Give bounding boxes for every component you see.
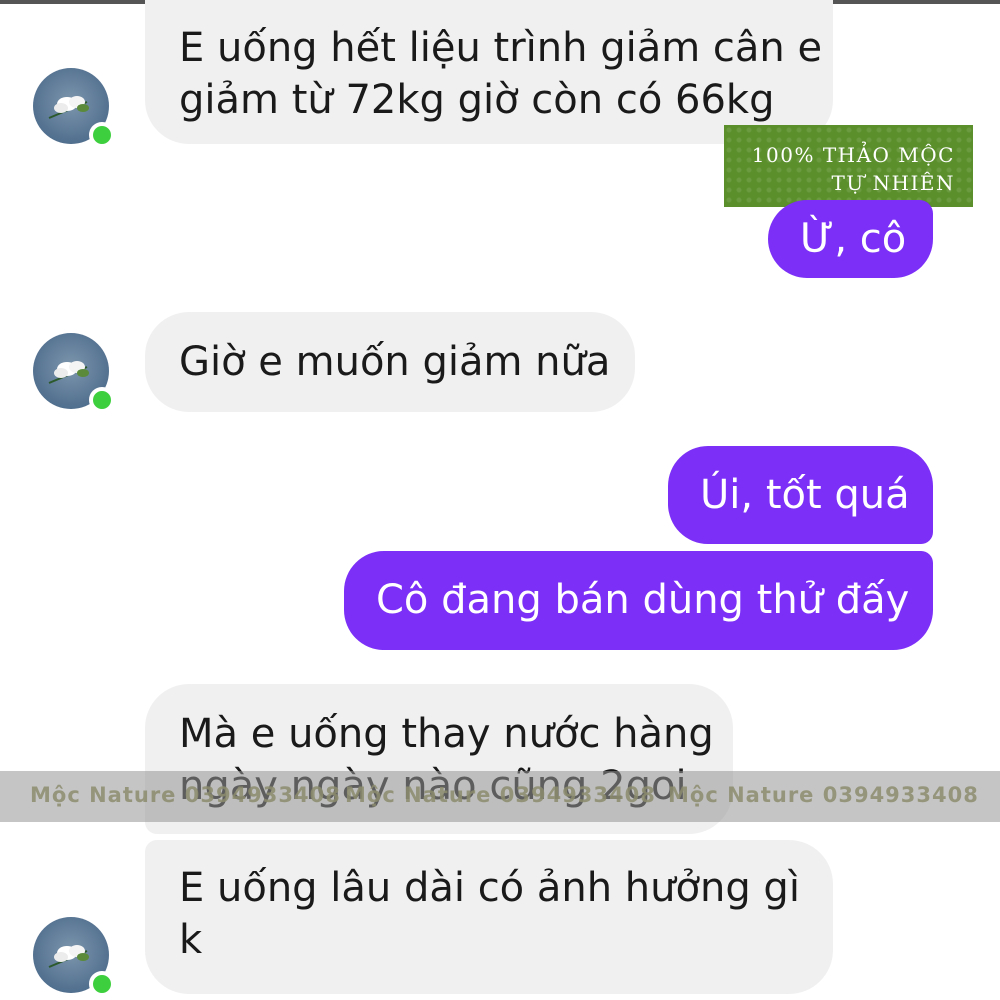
message-text-line: E uống lâu dài có ảnh hưởng gì [179, 865, 800, 911]
message-text-line: Mà e uống thay nước hàng [179, 711, 714, 757]
message-text-line: Ừ, cô [800, 216, 907, 262]
online-status-dot [89, 387, 115, 413]
watermark-text: Mộc Nature 0394933408 [668, 783, 979, 807]
contact-avatar[interactable] [33, 917, 115, 997]
message-text-line: k [179, 917, 203, 963]
message-text-line: E uống hết liệu trình giảm cân e [179, 25, 823, 71]
flower-avatar-icon [48, 96, 89, 119]
message-text-line: Úi, tốt quá [700, 472, 910, 518]
flower-avatar-icon [48, 361, 89, 384]
watermark-text: Mộc Nature 0394933408 [30, 783, 341, 807]
outgoing-message-bubble[interactable]: Ừ, cô [768, 200, 933, 278]
online-status-dot [89, 122, 115, 148]
outgoing-message-bubble[interactable]: Úi, tốt quá [668, 446, 933, 544]
flower-avatar-icon [48, 945, 89, 968]
online-status-dot [89, 971, 115, 997]
contact-avatar[interactable] [33, 333, 115, 413]
badge-line-1: 100% THẢO MỘC [751, 143, 955, 167]
contact-avatar[interactable] [33, 68, 115, 148]
brand-badge: 100% THẢO MỘC TỰ NHIÊN [724, 125, 973, 207]
incoming-message-bubble[interactable]: Giờ e muốn giảm nữa [145, 312, 635, 412]
outgoing-message-bubble[interactable]: Cô đang bán dùng thử đấy [344, 551, 933, 650]
watermark-text: Mộc Nature 0394933408 [345, 783, 656, 807]
badge-line-2: TỰ NHIÊN [831, 171, 955, 195]
message-text-line: Cô đang bán dùng thử đấy [376, 577, 910, 623]
incoming-message-bubble[interactable]: E uống lâu dài có ảnh hưởng gì k [145, 840, 833, 994]
message-text-line: Giờ e muốn giảm nữa [179, 339, 611, 385]
incoming-message-bubble[interactable]: E uống hết liệu trình giảm cân e giảm từ… [145, 0, 833, 144]
message-text-line: giảm từ 72kg giờ còn có 66kg [179, 77, 775, 123]
